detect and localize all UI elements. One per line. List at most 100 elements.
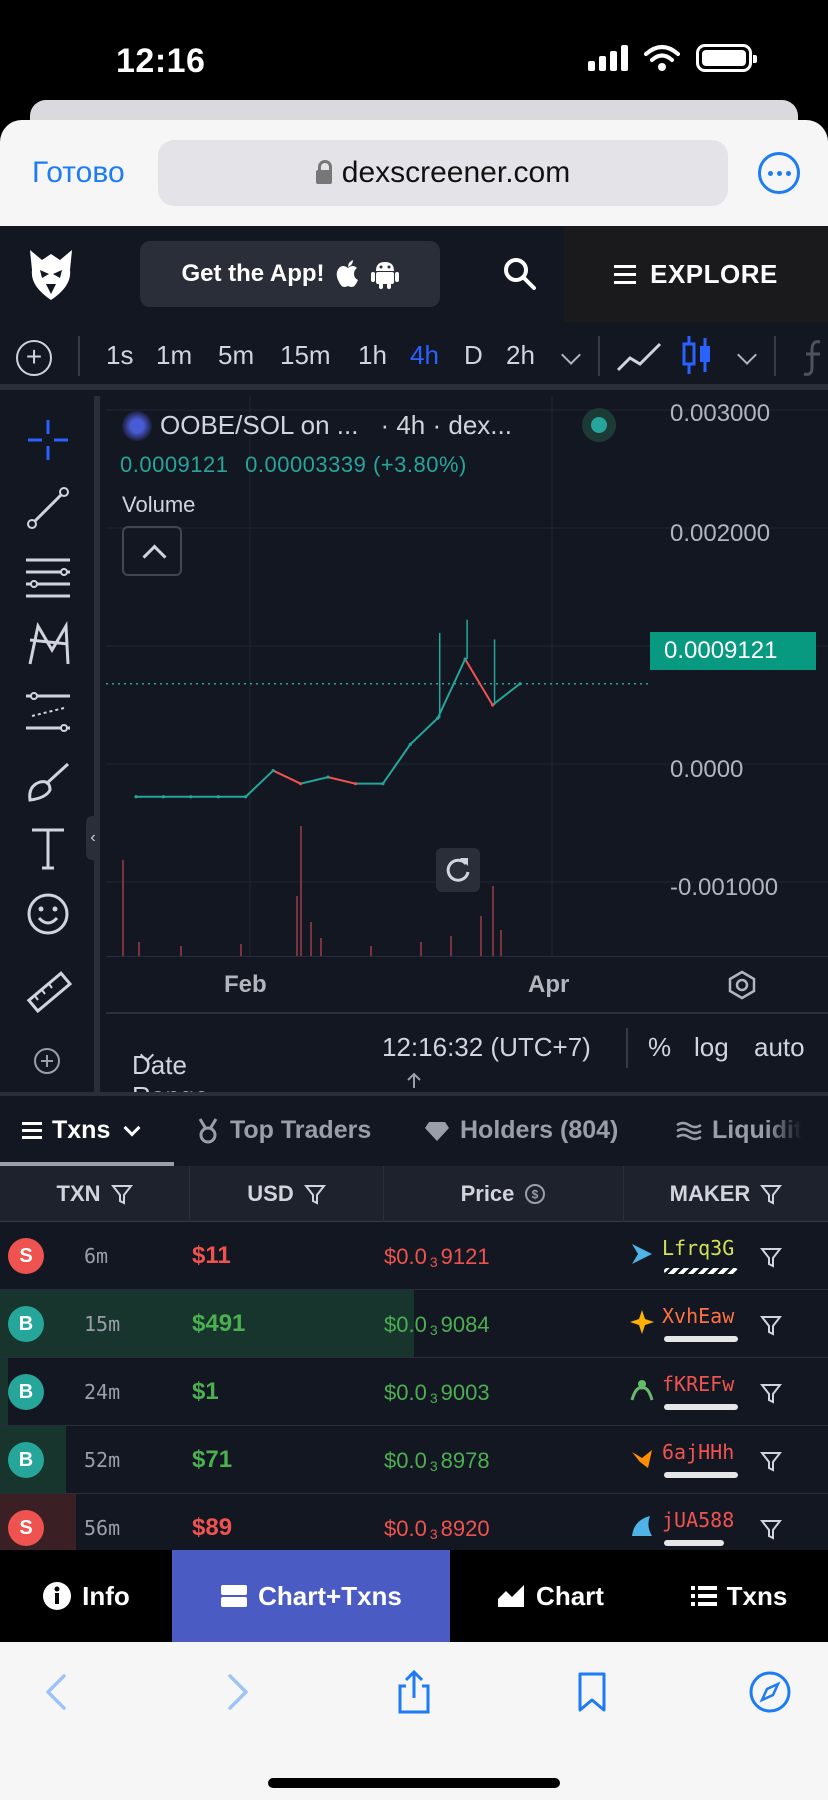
currency-toggle-icon[interactable]: $: [524, 1183, 546, 1205]
drawing-toolbar: ‹: [0, 396, 100, 1092]
table-row[interactable]: S 56m $89 $0.0 3 8920 jUA588: [0, 1494, 828, 1550]
home-indicator: [268, 1778, 560, 1788]
line-chart-type-icon[interactable]: [616, 338, 662, 374]
explore-button[interactable]: EXPLORE: [564, 226, 828, 322]
collapse-toolbar-button[interactable]: ‹: [86, 816, 100, 860]
wifi-icon: [644, 45, 680, 71]
sell-badge: S: [8, 1510, 44, 1546]
filter-icon[interactable]: [760, 1246, 782, 1268]
timeframe-1h[interactable]: 1h: [358, 340, 387, 371]
collapse-legend-button[interactable]: [122, 526, 182, 576]
x-tick-label: Feb: [224, 971, 267, 998]
column-txn[interactable]: TXN: [0, 1166, 190, 1222]
maker-address[interactable]: fKREFw: [662, 1372, 734, 1396]
maker-avatar-icon: [630, 1310, 654, 1334]
candles-chart-type-icon[interactable]: [682, 334, 712, 376]
chart-type-dropdown-icon[interactable]: [737, 345, 757, 365]
volume-label: Volume: [122, 492, 196, 517]
table-row[interactable]: B 24m $1 $0.0 3 9003 fKREFw: [0, 1358, 828, 1426]
timeframe-5m[interactable]: 5m: [218, 340, 254, 371]
dexscreener-logo-icon[interactable]: [26, 246, 76, 302]
txn-price: $0.0 3 9003: [384, 1380, 490, 1406]
compass-icon[interactable]: [748, 1670, 792, 1714]
indicators-icon[interactable]: [800, 338, 824, 378]
bookmarks-icon[interactable]: [570, 1670, 614, 1714]
chart-settings-icon[interactable]: [726, 969, 758, 1001]
y-tick-label: 0.0000: [670, 756, 744, 783]
pattern-tool-icon[interactable]: [24, 620, 72, 668]
trend-line-icon[interactable]: [24, 484, 72, 532]
txn-age: 56m: [84, 1516, 121, 1540]
back-icon[interactable]: [36, 1670, 80, 1714]
txn-age: 15m: [84, 1312, 121, 1336]
diamond-icon: [425, 1121, 449, 1141]
txn-age: 24m: [84, 1380, 121, 1404]
nav-info[interactable]: Info: [0, 1550, 172, 1642]
tab-holders[interactable]: Holders (804): [424, 1116, 618, 1145]
explore-label: EXPLORE: [650, 258, 778, 289]
reset-chart-icon[interactable]: [436, 848, 480, 892]
share-icon[interactable]: [392, 1670, 436, 1714]
txn-usd: $71: [192, 1446, 233, 1473]
nav-chart[interactable]: Chart: [450, 1550, 650, 1642]
nav-txns[interactable]: Txns: [650, 1550, 828, 1642]
emoji-icon[interactable]: [24, 890, 72, 938]
timeframe-1s[interactable]: 1s: [106, 340, 133, 371]
column-usd[interactable]: USD: [190, 1166, 384, 1222]
log-scale-toggle[interactable]: log: [694, 1032, 729, 1063]
table-row[interactable]: B 15m $491 $0.0 3 9084 XvhEaw: [0, 1290, 828, 1358]
timeframe-1m[interactable]: 1m: [156, 340, 192, 371]
tab-top-traders[interactable]: Top Traders: [196, 1116, 371, 1145]
zoom-in-icon[interactable]: [32, 1046, 62, 1076]
crosshair-icon[interactable]: [24, 416, 72, 464]
timeframe-4h[interactable]: 4h: [410, 340, 439, 371]
brush-icon[interactable]: [24, 756, 72, 804]
text-tool-icon[interactable]: [24, 824, 72, 872]
maker-address[interactable]: 6ajHHh: [662, 1440, 734, 1464]
url-bar[interactable]: dexscreener.com: [158, 140, 728, 206]
price-point: [436, 716, 440, 720]
price-point: [490, 703, 495, 707]
table-row[interactable]: S 6m $11 $0.0 3 9121 Lfrq3G: [0, 1222, 828, 1290]
search-icon[interactable]: [500, 254, 540, 294]
prediction-tool-icon[interactable]: [24, 688, 72, 736]
nav-chart-txns[interactable]: Chart+Txns: [172, 1550, 450, 1642]
filter-icon[interactable]: [760, 1183, 783, 1205]
tab-liquidity[interactable]: Liquidit: [676, 1116, 802, 1145]
table-row[interactable]: B 52m $71 $0.0 3 8978 6ajHHh: [0, 1426, 828, 1494]
filter-icon[interactable]: [110, 1183, 133, 1205]
liquidity-icon: [676, 1121, 702, 1140]
fib-retracement-icon[interactable]: [24, 552, 72, 600]
forward-icon[interactable]: [214, 1670, 258, 1714]
pair-title: OOBE/SOL on ...: [160, 410, 359, 440]
filter-icon[interactable]: [760, 1450, 782, 1472]
ruler-icon[interactable]: [24, 968, 72, 1016]
volume-bar: [500, 930, 502, 956]
get-app-button[interactable]: Get the App!: [140, 241, 440, 307]
done-button[interactable]: Готово: [32, 156, 125, 190]
filter-icon[interactable]: [760, 1382, 782, 1404]
column-maker[interactable]: MAKER: [624, 1166, 828, 1222]
column-price[interactable]: Price $: [384, 1166, 624, 1222]
maker-address[interactable]: Lfrq3G: [662, 1236, 734, 1260]
tab-txns[interactable]: Txns: [22, 1116, 144, 1145]
price-segment: [409, 717, 439, 746]
add-symbol-button[interactable]: +: [16, 340, 52, 376]
maker-address[interactable]: XvhEaw: [662, 1304, 734, 1328]
timeframe-2h[interactable]: 2h: [506, 340, 535, 371]
percent-scale-toggle[interactable]: %: [648, 1032, 671, 1063]
interval-source: · 4h · dex...: [380, 410, 512, 440]
legend-change: 0.00003339 (+3.80%): [245, 452, 467, 477]
timeframe-15m[interactable]: 15m: [280, 340, 331, 371]
filter-icon[interactable]: [303, 1183, 326, 1205]
timeframe-d[interactable]: D: [464, 340, 483, 371]
x-axis: Feb Apr: [106, 956, 828, 1012]
filter-icon[interactable]: [760, 1518, 782, 1540]
more-options-button[interactable]: [758, 152, 800, 194]
filter-icon[interactable]: [760, 1314, 782, 1336]
maker-address[interactable]: jUA588: [662, 1508, 734, 1532]
auto-scale-toggle[interactable]: auto: [754, 1032, 805, 1063]
timeframe-dropdown-icon[interactable]: [561, 345, 581, 365]
chart-plot-area[interactable]: OOBE/SOL on ... · 4h · dex... 0.0009121 …: [106, 396, 828, 1111]
lock-icon: [315, 160, 332, 184]
